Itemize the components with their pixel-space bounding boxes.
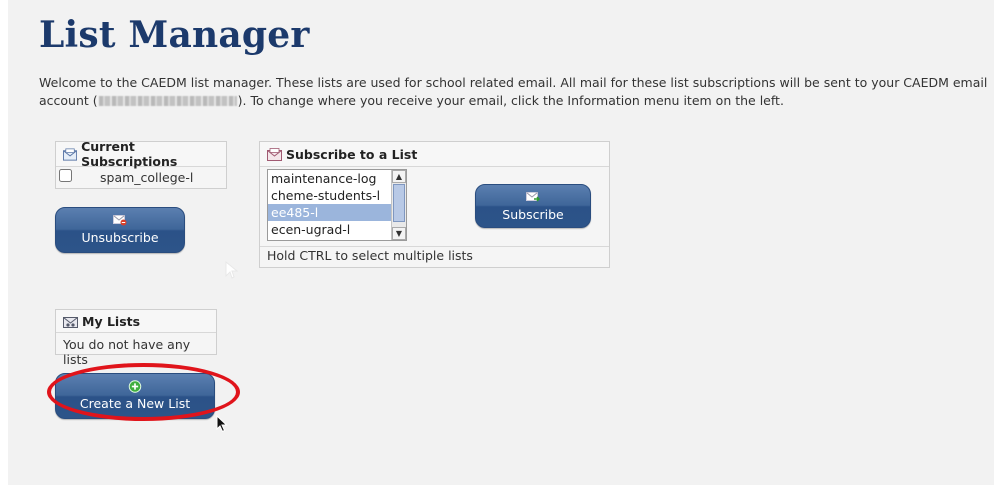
page-content: List Manager Welcome to the CAEDM list m… <box>8 0 994 485</box>
intro-paragraph: Welcome to the CAEDM list manager. These… <box>39 74 989 109</box>
subscribe-header: Subscribe to a List <box>260 142 609 167</box>
subscribe-title: Subscribe to a List <box>286 146 418 162</box>
my-lists-panel: My Lists You do not have any lists <box>55 309 217 367</box>
list-option-selected[interactable]: ee485-l <box>268 204 406 221</box>
multi-select-hint: Hold CTRL to select multiple lists <box>267 248 473 263</box>
subscribe-button[interactable]: Subscribe <box>475 184 591 228</box>
intro-text-after: ). To change where you receive your emai… <box>237 92 784 108</box>
unsubscribe-label: Unsubscribe <box>81 230 159 245</box>
subscription-label: spam_college-l <box>100 170 194 185</box>
current-subscriptions-header: Current Subscriptions <box>56 139 226 169</box>
envelope-remove-icon <box>113 215 127 226</box>
list-option[interactable]: cheme-students-l <box>268 187 406 204</box>
mouse-pointer-icon <box>225 260 238 279</box>
scroll-thumb[interactable] <box>393 184 405 222</box>
create-new-list-label: Create a New List <box>79 396 191 411</box>
current-subscriptions-title: Current Subscriptions <box>81 139 178 169</box>
redacted-email-address <box>98 96 237 106</box>
envelope-icon <box>267 147 282 161</box>
my-lists-header: My Lists <box>56 310 216 333</box>
list-option[interactable]: maintenance-log <box>268 170 406 187</box>
my-lists-title: My Lists <box>82 313 141 329</box>
scroll-down-icon[interactable]: ▼ <box>392 227 406 240</box>
subscribe-divider <box>260 246 609 247</box>
plus-circle-icon <box>128 380 142 393</box>
list-select[interactable]: maintenance-log cheme-students-l ee485-l… <box>267 169 407 241</box>
my-lists-empty-text: You do not have any lists <box>63 337 191 367</box>
envelope-add-icon <box>526 192 540 202</box>
page-title: List Manager <box>39 14 310 56</box>
subscribe-label: Subscribe <box>502 207 564 222</box>
subscription-row: spam_college-l <box>56 167 226 188</box>
unsubscribe-button[interactable]: Unsubscribe <box>55 207 185 253</box>
subscription-checkbox[interactable] <box>59 169 72 182</box>
list-option[interactable]: ecen-ugrad-l <box>268 221 406 238</box>
scroll-up-icon[interactable]: ▲ <box>392 170 406 183</box>
list-scrollbar[interactable]: ▲ ▼ <box>391 170 406 240</box>
envelope-icon <box>63 316 78 328</box>
create-new-list-button[interactable]: Create a New List <box>55 373 215 419</box>
envelope-icon <box>63 147 78 161</box>
mouse-pointer-icon <box>216 415 228 433</box>
current-subscriptions-panel: Current Subscriptions spam_college-l <box>55 139 227 189</box>
